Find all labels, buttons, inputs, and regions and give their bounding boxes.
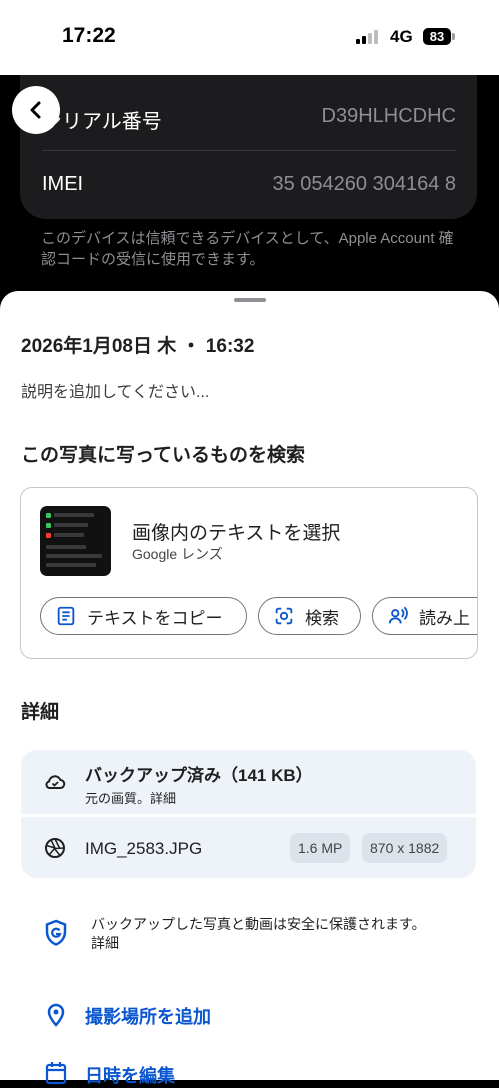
file-name: IMG_2583.JPG <box>85 839 203 858</box>
lens-search-icon <box>275 607 293 625</box>
add-location-button[interactable]: 撮影場所を追加 <box>85 1003 211 1029</box>
security-text: バックアップした写真と動画は安全に保護されます。 <box>91 916 426 932</box>
copy-text-icon <box>57 606 75 626</box>
backup-status[interactable]: バックアップ済み（141 KB） <box>85 761 313 786</box>
photo-date[interactable]: 2026年1月08日 木 ・ 16:32 <box>21 331 254 358</box>
screenshot-thumbnail <box>40 506 111 576</box>
trusted-device-note: このデバイスは信頼できるデバイスとして、Apple Account 確認コードの… <box>41 230 454 268</box>
network-type: 4G <box>390 27 413 46</box>
description-input[interactable]: 説明を追加してください... <box>21 378 209 402</box>
search-chip-label: 検索 <box>305 608 339 628</box>
imei-row: IMEI 35 054260 304164 8 <box>42 153 456 219</box>
details-heading: 詳細 <box>21 702 60 723</box>
back-chevron-icon <box>30 101 41 119</box>
status-time: 17:22 <box>62 24 116 47</box>
status-bar: 17:22 4G 83 <box>0 0 499 75</box>
battery-tip <box>452 33 455 40</box>
serial-number-row: シリアル番号 D39HLHCDHC <box>42 85 456 151</box>
signal-icon <box>356 30 382 44</box>
lens-subtitle: Google レンズ <box>132 546 223 562</box>
backup-quality[interactable]: 元の画質。詳細 <box>85 788 176 807</box>
location-pin-icon <box>47 1003 65 1027</box>
read-aloud-icon <box>388 606 408 624</box>
megapixels-badge: 1.6 MP <box>290 833 351 863</box>
battery-icon: 83 <box>423 28 451 45</box>
photo-info-sheet: 2026年1月08日 木 ・ 16:32 説明を追加してください... この写真… <box>0 291 499 1086</box>
lens-title: 画像内のテキストを選択 <box>132 523 341 544</box>
details-box: バックアップ済み（141 KB） 元の画質。詳細 IMG_2583.JPG 1.… <box>21 750 476 878</box>
sheet-drag-handle[interactable] <box>234 298 266 302</box>
imei-label: IMEI <box>42 173 84 195</box>
calendar-icon <box>45 1062 67 1085</box>
shield-g-icon <box>45 919 67 946</box>
serial-number-value: D39HLHCDHC <box>321 105 456 127</box>
google-lens-card[interactable]: 画像内のテキストを選択 Google レンズ テキストをコピー 検索 読み上 <box>20 487 478 659</box>
security-note: バックアップした写真と動画は安全に保護されます。 詳細 <box>91 915 451 953</box>
search-chip[interactable]: 検索 <box>258 597 361 635</box>
imei-value: 35 054260 304164 8 <box>272 173 456 195</box>
read-aloud-chip[interactable]: 読み上 <box>372 597 477 635</box>
device-info-card: シリアル番号 D39HLHCDHC IMEI 35 054260 304164 … <box>20 75 477 219</box>
details-separator <box>21 814 476 817</box>
edit-datetime-button[interactable]: 日時を編集 <box>85 1062 175 1088</box>
read-aloud-label: 読み上 <box>419 608 470 628</box>
row-divider <box>42 150 456 151</box>
aperture-icon <box>45 838 65 858</box>
dimensions-badge: 870 x 1882 <box>362 833 448 863</box>
back-button[interactable] <box>12 86 60 134</box>
copy-text-chip[interactable]: テキストをコピー <box>40 597 247 635</box>
security-learn-more[interactable]: 詳細 <box>91 935 119 951</box>
cloud-done-icon <box>45 775 66 789</box>
copy-text-label: テキストをコピー <box>87 608 223 628</box>
search-heading: この写真に写っているものを検索 <box>21 445 306 466</box>
